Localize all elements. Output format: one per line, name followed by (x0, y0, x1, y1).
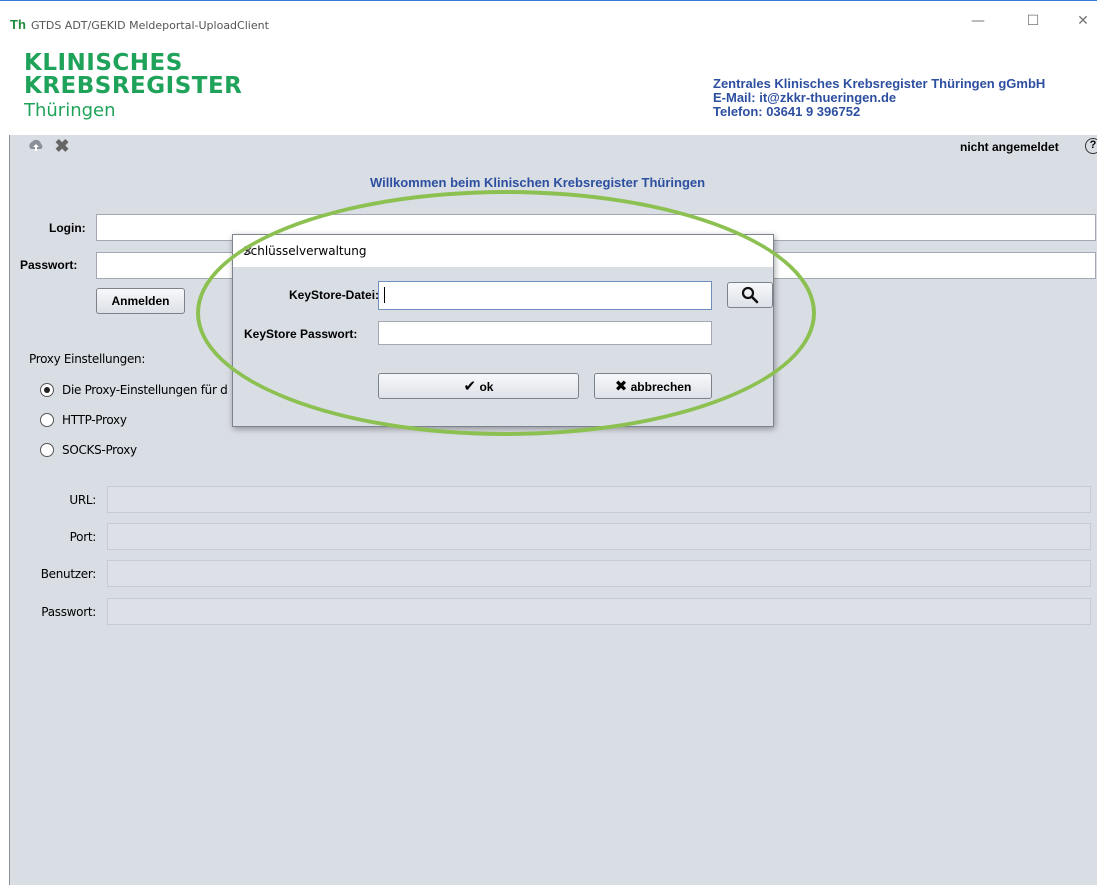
dialog-close-icon[interactable]: ✕ (243, 244, 253, 258)
proxy-settings-title: Proxy Einstellungen: (29, 352, 146, 366)
proxy-user-input[interactable] (107, 560, 1091, 587)
keystore-password-input[interactable] (378, 321, 712, 345)
proxy-url-input[interactable] (107, 486, 1091, 513)
app-icon: Th (10, 17, 26, 32)
login-status: nicht angemeldet (960, 140, 1059, 154)
proxy-password-input[interactable] (107, 598, 1091, 625)
contact-info: Zentrales Klinisches Krebsregister Thüri… (713, 77, 1045, 119)
proxy-option-label: HTTP-Proxy (62, 413, 127, 427)
minimize-button[interactable]: — (963, 13, 993, 37)
cancel-button[interactable]: ✖ abbrechen (594, 373, 712, 399)
logo-line-3: Thüringen (24, 100, 116, 121)
login-label: Login: (49, 221, 86, 235)
proxy-radio-http[interactable] (40, 413, 54, 427)
logo-line-1: KLINISCHES (24, 50, 183, 76)
upload-icon[interactable] (27, 137, 45, 155)
text-cursor (384, 287, 385, 303)
proxy-user-label: Benutzer: (40, 567, 97, 581)
dialog-titlebar: Schlüsselverwaltung ✕ (233, 235, 773, 267)
proxy-radio-socks[interactable] (40, 443, 54, 457)
proxy-radio-system[interactable] (40, 383, 54, 397)
toolbar: ✖ nicht angemeldet ? (10, 135, 1097, 157)
close-icon[interactable]: ✖ (53, 137, 71, 155)
keystore-dialog: Schlüsselverwaltung ✕ KeyStore-Datei: Ke… (232, 234, 774, 427)
check-icon: ✔ (463, 377, 477, 395)
cancel-label: abbrechen (630, 380, 692, 394)
app-header: KLINISCHES KREBSREGISTER Thüringen Zentr… (0, 40, 1097, 135)
search-icon (741, 286, 759, 304)
maximize-button[interactable]: ☐ (1018, 13, 1048, 37)
window-title: GTDS ADT/GEKID Meldeportal-UploadClient (31, 19, 269, 32)
dialog-title: Schlüsselverwaltung (243, 244, 367, 258)
proxy-port-label: Port: (69, 530, 97, 544)
cross-icon: ✖ (614, 377, 628, 395)
proxy-option-label: SOCKS-Proxy (62, 443, 137, 457)
proxy-url-label: URL: (69, 493, 96, 507)
help-icon[interactable]: ? (1085, 138, 1097, 154)
org-name: Zentrales Klinisches Krebsregister Thüri… (713, 76, 1046, 91)
welcome-heading: Willkommen beim Klinischen Krebsregister… (370, 175, 706, 190)
contact-email: E-Mail: it@zkkr-thueringen.de (713, 90, 897, 105)
window-titlebar: Th GTDS ADT/GEKID Meldeportal-UploadClie… (0, 0, 1097, 40)
register-logo: KLINISCHES KREBSREGISTER Thüringen (24, 52, 242, 120)
proxy-port-input[interactable] (107, 523, 1091, 550)
ok-label: ok (479, 380, 494, 394)
contact-phone: Telefon: 03641 9 396752 (713, 104, 861, 119)
keystore-password-label: KeyStore Passwort: (244, 327, 358, 341)
keystore-file-input[interactable] (378, 281, 712, 310)
logo-line-2: KREBSREGISTER (24, 73, 243, 99)
window-close-button[interactable]: ✕ (1068, 13, 1097, 37)
password-label: Passwort: (20, 258, 78, 272)
browse-button[interactable] (727, 282, 773, 308)
login-button[interactable]: Anmelden (96, 288, 185, 314)
keystore-file-label: KeyStore-Datei: (289, 288, 380, 302)
ok-button[interactable]: ✔ ok (378, 373, 579, 399)
proxy-password-label: Passwort: (41, 605, 96, 619)
proxy-option-label: Die Proxy-Einstellungen für d (62, 383, 228, 397)
